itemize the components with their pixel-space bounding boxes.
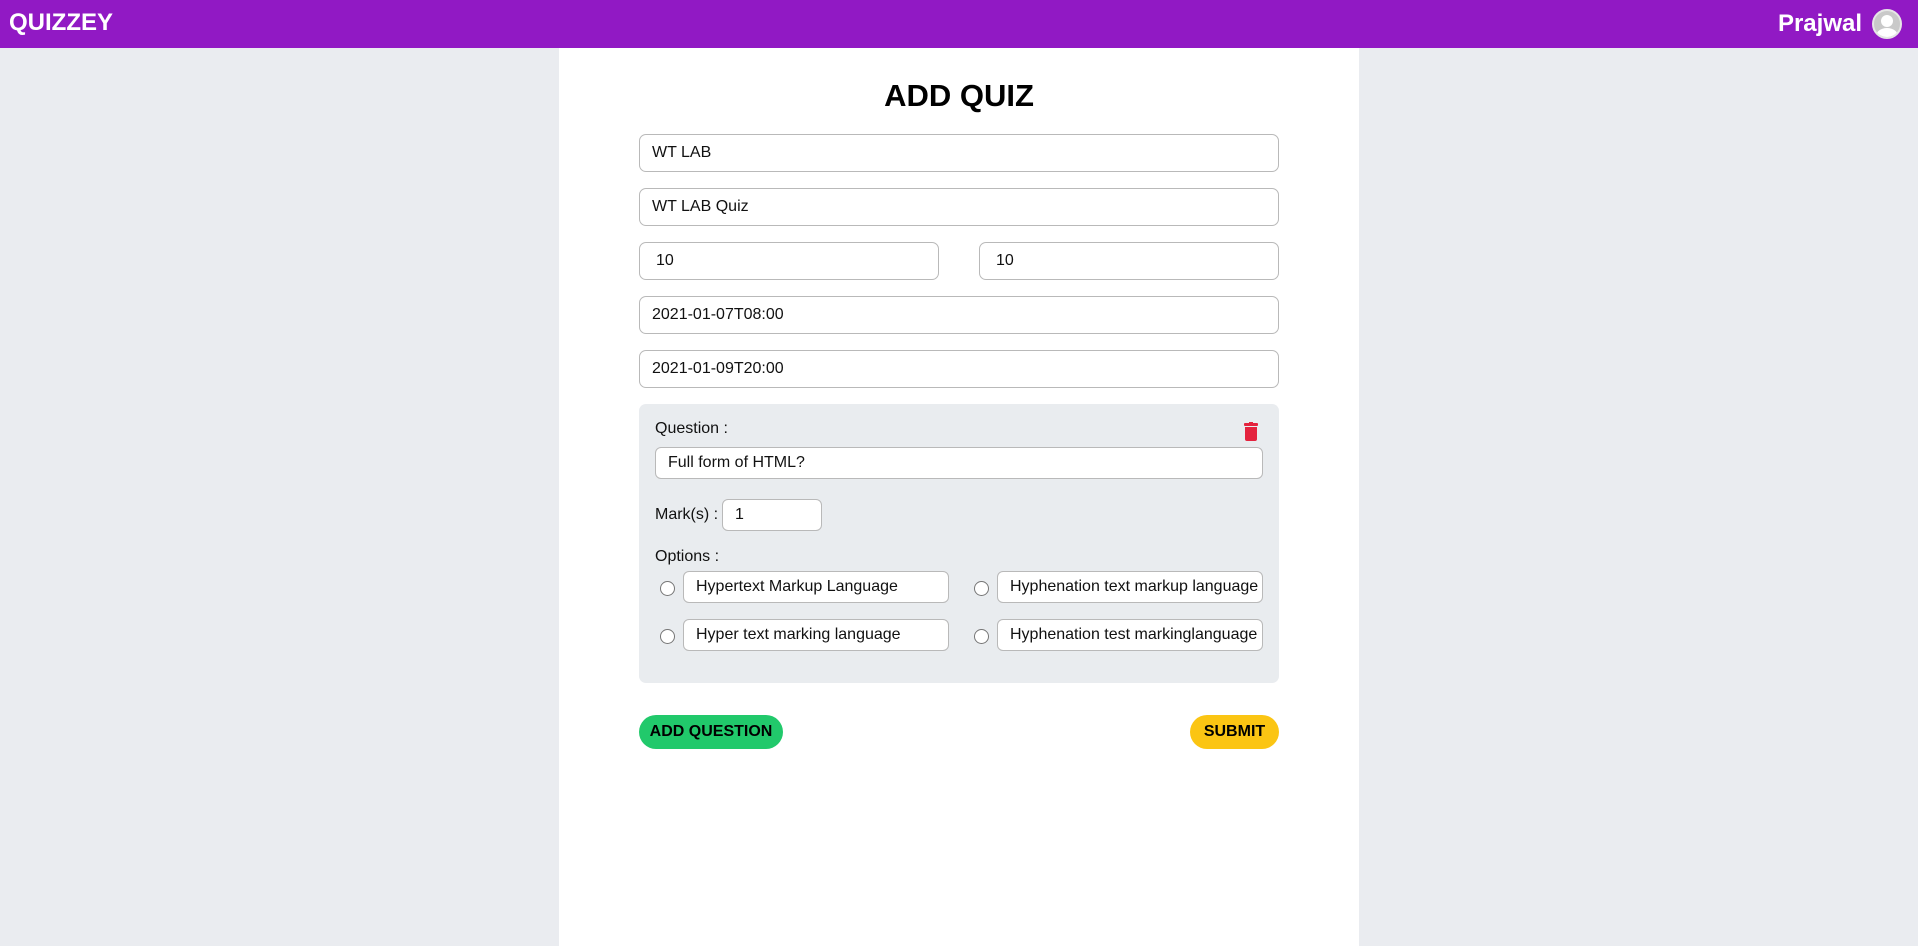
trash-lid: [1244, 423, 1258, 426]
option-3-input[interactable]: Hyper text marking language: [683, 619, 949, 651]
marks-input[interactable]: 1: [722, 499, 822, 531]
add-question-button[interactable]: ADD QUESTION: [639, 715, 783, 749]
option-3-radio[interactable]: [660, 629, 675, 644]
number-input-left[interactable]: 10: [639, 242, 939, 280]
user-name[interactable]: Prajwal: [1778, 10, 1862, 38]
avatar-body: [1876, 28, 1898, 37]
subject-input[interactable]: WT LAB: [639, 134, 1279, 172]
brand-logo[interactable]: QUIZZEY: [9, 9, 113, 37]
avatar-head: [1881, 15, 1893, 27]
option-2-radio[interactable]: [974, 581, 989, 596]
trash-icon[interactable]: [1244, 422, 1258, 442]
option-4-input[interactable]: Hyphenation test markinglanguage: [997, 619, 1263, 651]
top-navbar: QUIZZEY Prajwal: [0, 0, 1918, 48]
options-label: Options :: [655, 548, 720, 565]
quiz-name-input[interactable]: WT LAB Quiz: [639, 188, 1279, 226]
number-input-right[interactable]: 10: [979, 242, 1279, 280]
option-2-input[interactable]: Hyphenation text markup language: [997, 571, 1263, 603]
question-text-input[interactable]: Full form of HTML?: [655, 447, 1263, 479]
page-title: ADD QUIZ: [884, 78, 1034, 113]
trash-bin: [1245, 427, 1257, 441]
option-1-radio[interactable]: [660, 581, 675, 596]
option-4-radio[interactable]: [974, 629, 989, 644]
start-datetime-input[interactable]: 2021-01-07T08:00: [639, 296, 1279, 334]
option-1-input[interactable]: Hypertext Markup Language: [683, 571, 949, 603]
end-datetime-input[interactable]: 2021-01-09T20:00: [639, 350, 1279, 388]
marks-label: Mark(s) :: [655, 506, 719, 523]
submit-button[interactable]: SUBMIT: [1190, 715, 1279, 749]
question-label: Question :: [655, 420, 728, 437]
avatar-icon[interactable]: [1872, 9, 1902, 39]
user-menu[interactable]: Prajwal: [1778, 7, 1902, 41]
